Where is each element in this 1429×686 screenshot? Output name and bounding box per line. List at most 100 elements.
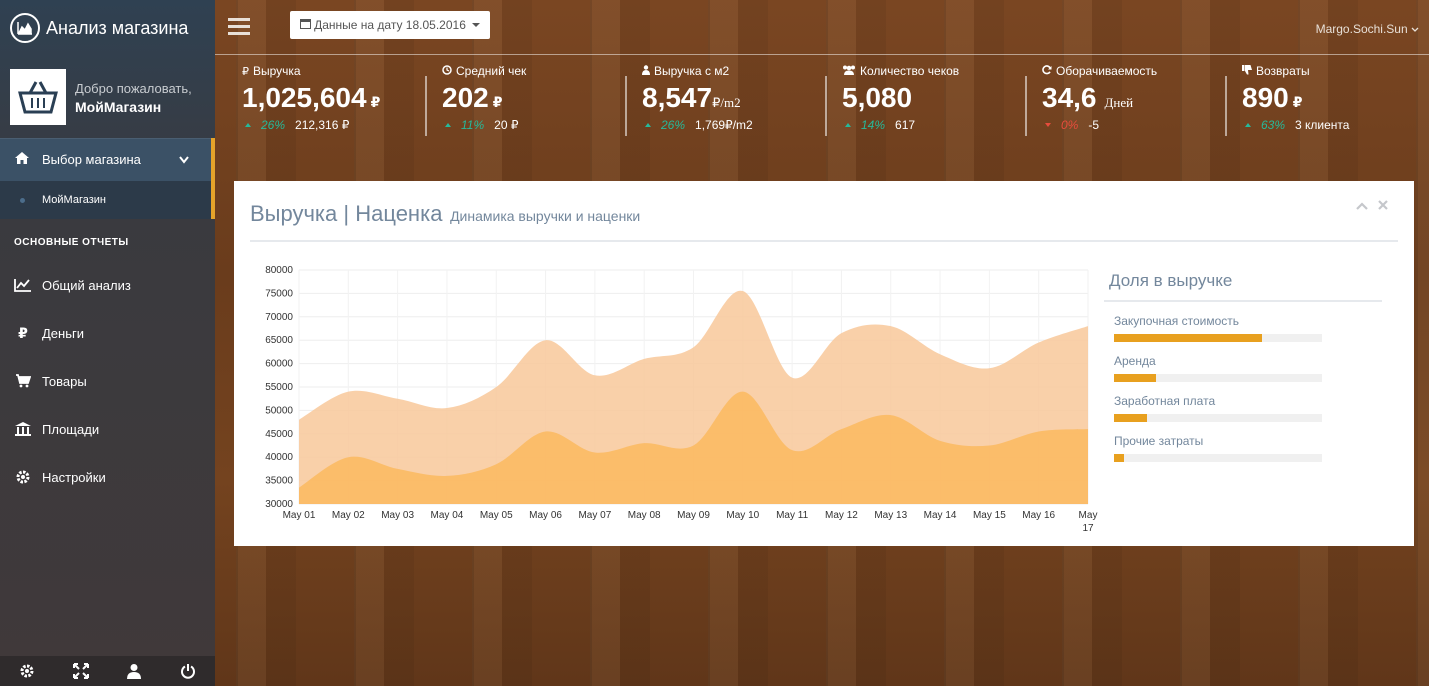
brand[interactable]: Анализ магазина xyxy=(0,0,215,56)
y-tick-label: 50000 xyxy=(265,405,293,416)
share-row: Заработная плата xyxy=(1114,394,1384,422)
x-tick-label: May 10 xyxy=(726,510,759,521)
sidebar: Анализ магазина Добро пожаловать, МойМаг… xyxy=(0,0,215,686)
sidebar-item-areas[interactable]: Площади xyxy=(0,405,215,453)
tile-separator xyxy=(625,76,627,136)
ruble-icon: ₽ xyxy=(18,324,28,341)
clock-icon xyxy=(442,64,452,78)
settings-gear-icon[interactable] xyxy=(0,656,54,686)
bank-icon xyxy=(14,421,32,437)
x-tick-label: May 07 xyxy=(578,510,611,521)
share-label: Заработная плата xyxy=(1114,394,1216,408)
tile-pct: 11% xyxy=(461,118,485,132)
user-icon xyxy=(642,64,650,78)
fullscreen-icon[interactable] xyxy=(54,656,108,686)
x-tick-label: May 12 xyxy=(825,510,858,521)
user-menu[interactable]: Margo.Sochi.Sun xyxy=(1316,22,1419,36)
panel-title: Выручка | Наценка xyxy=(250,201,443,226)
y-tick-label: 60000 xyxy=(265,359,293,370)
share-row: Закупочная стоимость xyxy=(1114,314,1384,342)
x-tick-label: May 06 xyxy=(529,510,562,521)
welcome-text: Добро пожаловать, xyxy=(75,81,192,96)
share-bar-track xyxy=(1114,374,1322,382)
y-tick-label: 65000 xyxy=(265,335,293,346)
stat-tiles: ₽ Выручка 1,025,604 ₽ 26% 212,316 ₽ Средний… xyxy=(225,64,1425,144)
tile-separator xyxy=(825,76,827,136)
sidebar-item-label: Товары xyxy=(42,373,87,389)
chevron-down-icon xyxy=(1411,22,1419,36)
date-dropdown-button[interactable]: Данные на дату 18.05.2016 xyxy=(290,11,490,39)
collapse-icon[interactable] xyxy=(1356,197,1368,213)
tile-title: Средний чек xyxy=(456,64,527,78)
sidebar-item-goods[interactable]: Товары xyxy=(0,357,215,405)
home-icon xyxy=(14,151,30,168)
x-tick-label: May xyxy=(1079,510,1098,521)
y-tick-label: 35000 xyxy=(265,476,293,487)
sidebar-item-label: Общий анализ xyxy=(42,277,131,293)
user-name: Margo.Sochi.Sun xyxy=(1315,22,1408,36)
sidebar-item-label: Площади xyxy=(42,421,100,437)
sidebar-item-settings[interactable]: Настройки xyxy=(0,453,215,501)
close-icon[interactable] xyxy=(1378,197,1388,213)
tile-title: Количество чеков xyxy=(860,64,960,78)
x-tick-label: May 15 xyxy=(973,510,1006,521)
profile-name: МойМагазин xyxy=(75,99,162,115)
tile-average-check: Средний чек 202 ₽ 11% 20 ₽ xyxy=(425,64,622,142)
share-bar-fill xyxy=(1114,334,1262,342)
x-tick-label: May 01 xyxy=(283,510,316,521)
power-icon[interactable] xyxy=(161,656,215,686)
tile-extra: -5 xyxy=(1088,118,1100,132)
share-label: Закупочная стоимость xyxy=(1114,314,1240,328)
y-tick-label: 40000 xyxy=(265,452,293,463)
tile-title: Выручка xyxy=(253,64,301,78)
share-bar-fill xyxy=(1114,454,1125,462)
sidebar-item-label: Выбор магазина xyxy=(42,152,141,167)
sidebar-item-general-analysis[interactable]: Общий анализ xyxy=(0,261,215,309)
tile-extra: 3 клиента xyxy=(1295,118,1350,132)
tile-pct: 0% xyxy=(1061,118,1079,132)
share-label: Аренда xyxy=(1114,354,1156,368)
tile-returns: Возвраты 890 ₽ 63% 3 клиента xyxy=(1225,64,1422,142)
tile-pct: 63% xyxy=(1261,118,1286,132)
y-tick-label: 45000 xyxy=(265,429,293,440)
sidebar-subitem-myshop[interactable]: МойМагазин xyxy=(0,181,215,219)
x-tick-label: May 13 xyxy=(874,510,907,521)
tile-extra: 1,769₽/m2 xyxy=(695,118,753,132)
sidebar-item-label: Деньги xyxy=(42,325,84,341)
bars-icon[interactable] xyxy=(228,17,250,38)
sidebar-item-shop-select[interactable]: Выбор магазина xyxy=(0,138,215,181)
arrow-up-icon xyxy=(445,123,451,127)
sidebar-item-money[interactable]: ₽ Деньги xyxy=(0,309,215,357)
panel-tools xyxy=(1356,197,1388,213)
tile-extra: 617 xyxy=(895,118,916,132)
arrow-up-icon xyxy=(245,123,251,127)
users-icon xyxy=(842,65,856,78)
submenu-label: МойМагазин xyxy=(42,194,106,206)
panel-subtitle: Динамика выручки и наценки xyxy=(450,208,641,224)
tile-pct: 26% xyxy=(261,118,286,132)
section-title: ОСНОВНЫЕ ОТЧЕТЫ xyxy=(14,237,129,248)
tile-unit: ₽/m2 xyxy=(712,95,741,110)
share-title: Доля в выручке xyxy=(1104,269,1382,302)
share-bar-fill xyxy=(1114,374,1156,382)
refresh-icon xyxy=(1042,64,1052,78)
cart-icon xyxy=(14,374,32,388)
x-tick-label: 17 xyxy=(1082,523,1094,534)
x-tick-label: May 14 xyxy=(924,510,957,521)
tile-unit: ₽ xyxy=(492,94,503,110)
tile-extra: 212,316 ₽ xyxy=(295,118,350,132)
sidebar-item-label: Настройки xyxy=(42,469,106,485)
tile-value: 8,547 xyxy=(642,82,713,113)
tile-checks-count: Количество чеков 5,080 14% 617 xyxy=(825,64,1022,142)
y-tick-label: 55000 xyxy=(265,382,293,393)
tile-unit: ₽ xyxy=(370,94,381,110)
x-tick-label: May 08 xyxy=(628,510,661,521)
area-chart: 30000 35000 40000 45000 50000 55000 60000 65000… xyxy=(265,265,1098,534)
y-tick-label: 30000 xyxy=(265,499,293,510)
share-bar-fill xyxy=(1114,414,1148,422)
tile-revenue: ₽ Выручка 1,025,604 ₽ 26% 212,316 ₽ xyxy=(242,64,422,142)
revenue-share: Доля в выручке Закупочная стоимость Арен… xyxy=(1104,269,1384,462)
arrow-down-icon xyxy=(1045,123,1051,127)
x-tick-label: May 02 xyxy=(332,510,365,521)
user-icon[interactable] xyxy=(108,656,162,686)
